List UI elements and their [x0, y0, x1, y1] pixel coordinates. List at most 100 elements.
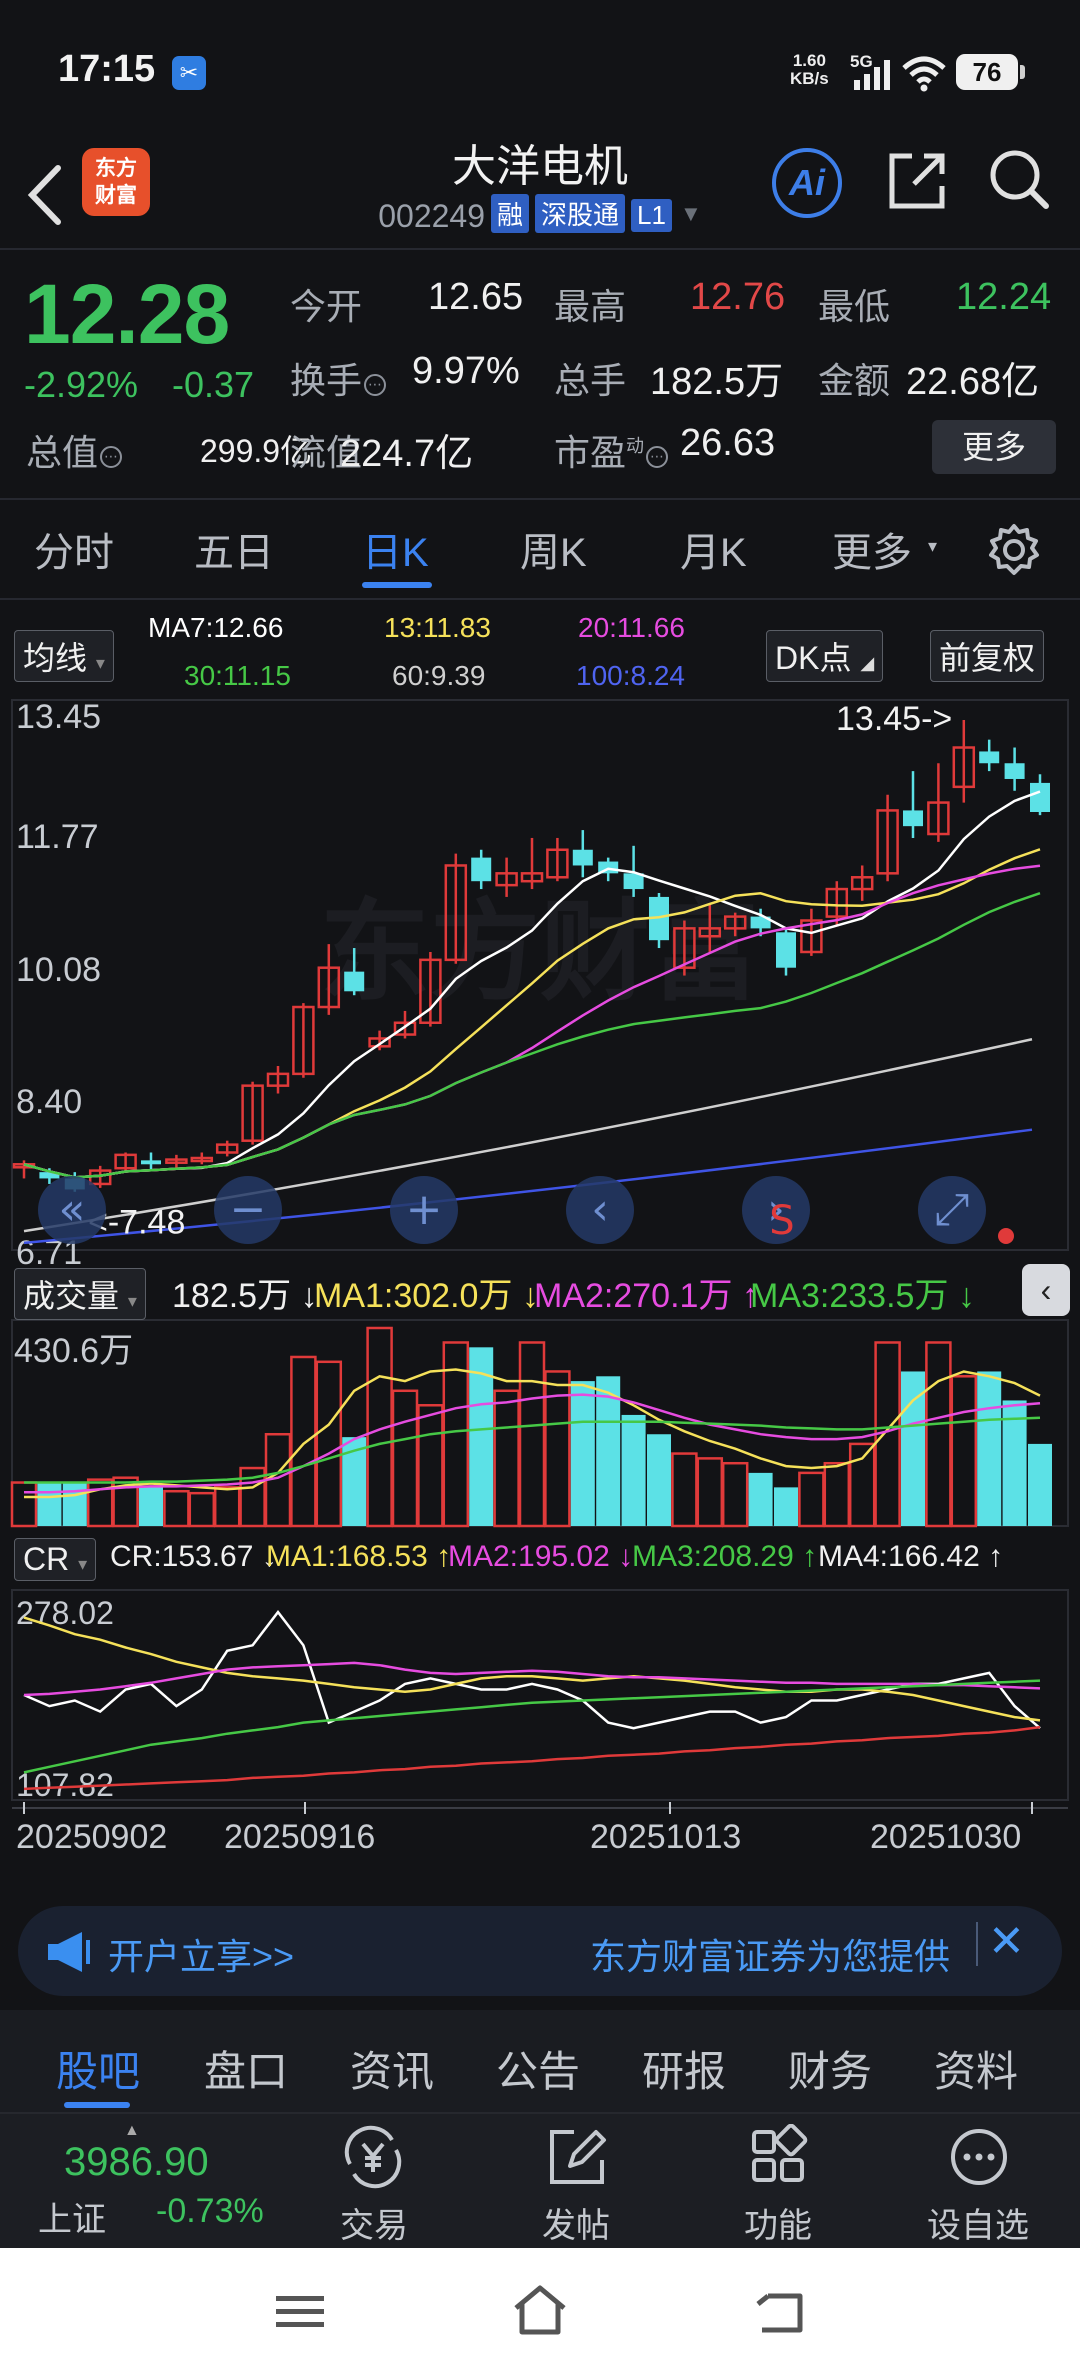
stat-label: 总手: [554, 360, 627, 401]
info-icon[interactable]: ⋯: [646, 446, 669, 468]
search-icon[interactable]: [986, 146, 1052, 212]
candle-body: [1030, 782, 1050, 813]
cr-ma1: MA1:168.53 ↑: [266, 1540, 452, 1573]
stat-label: 换手 ⋯: [290, 352, 387, 404]
candle-body: [471, 857, 492, 882]
zoom-out-icon-glyph: −: [230, 1184, 267, 1235]
back-nav-icon[interactable]: [752, 2290, 808, 2336]
chart-tab-0[interactable]: 分时: [34, 520, 114, 578]
ma100-value: 100:8.24: [576, 660, 685, 691]
bottom-tab-4[interactable]: 研报: [642, 2038, 726, 2099]
volume-max-label: 430.6万: [14, 1332, 133, 1370]
volume-bar: [848, 1442, 876, 1528]
ai-assistant-button[interactable]: Ai: [772, 148, 842, 218]
edit-icon[interactable]: [544, 2124, 610, 2190]
x-date-1: 20250902: [16, 1818, 168, 1856]
candle-body: [1004, 763, 1025, 779]
tag-connect: 深股通: [535, 194, 626, 233]
nav-trade-label[interactable]: 交易: [304, 2198, 444, 2247]
more-dots-icon[interactable]: [946, 2124, 1012, 2190]
ma60-value: 60:9.39: [392, 660, 486, 691]
collapse-panel-chevron-icon[interactable]: ‹: [1022, 1264, 1070, 1316]
nav-function-label[interactable]: 功能: [708, 2198, 848, 2247]
info-icon[interactable]: ⋯: [364, 374, 387, 396]
banner-open-account-link[interactable]: 开户立享>>: [108, 1928, 294, 1980]
more-stats-button[interactable]: 更多: [932, 420, 1056, 474]
chevron-down-icon: ▾: [928, 536, 938, 556]
stat-label: 最高: [554, 286, 627, 327]
volume-bar: [391, 1389, 419, 1528]
chevron-down-icon: ▼: [679, 201, 702, 226]
volume-bar: [518, 1341, 546, 1528]
net-speed: 1.60 KB/s: [790, 51, 829, 88]
nav-watchlist-label[interactable]: 设自选: [908, 2198, 1048, 2247]
indicator-selector[interactable]: CR ▾: [14, 1538, 97, 1581]
index-change: -0.73%: [156, 2192, 264, 2230]
gear-icon[interactable]: [986, 522, 1042, 578]
index-value[interactable]: 3986.90: [64, 2140, 209, 2185]
info-icon[interactable]: ⋯: [100, 446, 123, 468]
chart-tab-4[interactable]: 月K: [680, 520, 747, 578]
volume-value: 182.5万 ↓: [172, 1277, 318, 1315]
megaphone-icon: [48, 1932, 90, 1972]
volume-bar: [696, 1457, 724, 1528]
bottom-tab-5[interactable]: 财务: [788, 2038, 872, 2099]
volume-bar: [139, 1485, 163, 1526]
bottom-tab-3[interactable]: 公告: [496, 2038, 580, 2099]
stat-value: 26.63: [680, 422, 776, 464]
bottom-tab-0[interactable]: 股吧: [56, 2038, 140, 2099]
stat-value: 22.68亿: [906, 361, 1040, 403]
stat-value: 182.5万: [650, 361, 784, 403]
dk-point-selector[interactable]: DK点 ◢: [766, 630, 884, 682]
volume-selector[interactable]: 成交量 ▾: [14, 1268, 146, 1320]
volume-ma3-line: [24, 1416, 1041, 1484]
pe-superscript: 动: [626, 436, 645, 456]
cr-ma3: MA3:208.29 ↑: [632, 1540, 818, 1573]
chart-tab-5[interactable]: 更多: [832, 520, 912, 578]
index-name: 上证: [38, 2201, 106, 2239]
home-icon[interactable]: [510, 2284, 570, 2336]
chart-tab-3[interactable]: 周K: [520, 520, 587, 578]
grid-icon[interactable]: [746, 2124, 812, 2190]
volume-bar: [62, 1482, 87, 1526]
status-bar: 17:15 ✂ 1.60 KB/s 5G 76: [0, 0, 1080, 140]
share-icon[interactable]: [884, 148, 950, 214]
alert-dot: [998, 1228, 1014, 1244]
volume-bar: [950, 1375, 978, 1528]
stat-value: 12.24: [956, 276, 1052, 318]
stat-value: 12.65: [428, 276, 524, 318]
bottom-tab-2[interactable]: 资讯: [350, 2038, 434, 2099]
y-axis-label: 11.77: [16, 818, 99, 856]
yen-cycle-icon[interactable]: [340, 2124, 406, 2190]
volume-bar: [823, 1461, 851, 1528]
volume-bar: [163, 1489, 190, 1528]
signal-s-marker: S: [769, 1198, 794, 1244]
volume-bar: [671, 1452, 698, 1528]
candle-body: [572, 849, 593, 866]
bottom-tab-6[interactable]: 资料: [934, 2038, 1018, 2099]
nav-post-label[interactable]: 发帖: [506, 2198, 646, 2247]
clock: 17:15: [58, 48, 156, 90]
rewind-icon-glyph: «: [59, 1184, 86, 1235]
signal-icon: [854, 60, 890, 90]
stat-label: 市盈动 ⋯: [554, 424, 669, 476]
fullscreen-icon-glyph: ⤢: [934, 1184, 969, 1235]
volume-bar: [570, 1381, 595, 1526]
x-date-3: 20251013: [590, 1818, 742, 1856]
price-adjust-selector[interactable]: 前复权: [930, 630, 1045, 682]
stat-value: 9.97%: [412, 350, 520, 392]
app-notification-icon: ✂: [172, 56, 206, 90]
menu-icon[interactable]: [274, 2292, 326, 2332]
cr-top-label: 278.02: [16, 1595, 114, 1631]
bottom-tab-1[interactable]: 盘口: [204, 2038, 288, 2099]
ma-selector[interactable]: 均线 ▾: [14, 630, 114, 682]
stat-label: 最低: [818, 286, 891, 327]
chart-tab-2[interactable]: 日K: [362, 520, 429, 578]
active-tab-indicator: [362, 582, 432, 588]
volume-bar: [977, 1371, 1002, 1526]
high-price-marker: 13.45->: [836, 700, 952, 738]
banner-close-icon[interactable]: ✕: [988, 1916, 1025, 1967]
volume-bar: [37, 1482, 62, 1526]
candle-body: [141, 1160, 161, 1165]
chart-tab-1[interactable]: 五日: [194, 520, 274, 578]
